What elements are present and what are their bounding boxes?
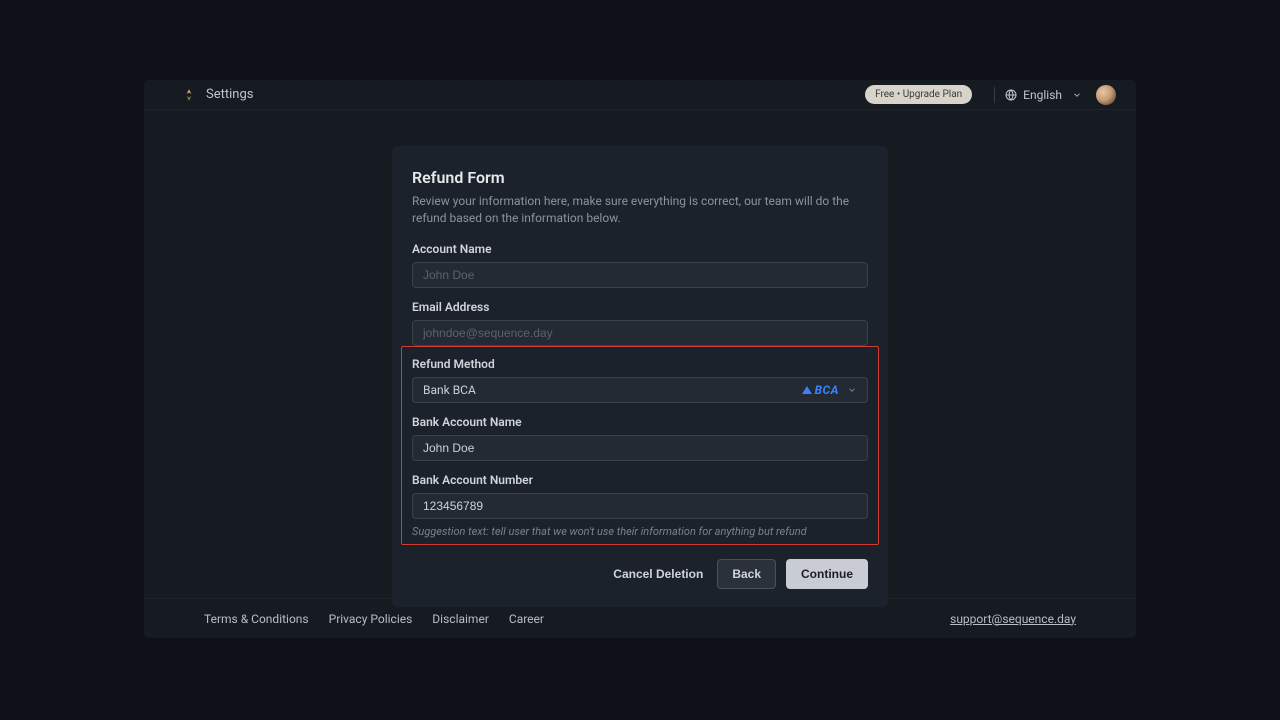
content-area: Refund Form Review your information here… bbox=[144, 110, 1136, 598]
upgrade-plan-button[interactable]: Free • Upgrade Plan bbox=[865, 85, 972, 104]
bank-account-name-label: Bank Account Name bbox=[412, 415, 868, 429]
highlighted-section: Refund Method Bank BCA BCA Bank Account … bbox=[401, 346, 879, 545]
chevron-down-icon bbox=[1072, 90, 1082, 100]
form-description: Review your information here, make sure … bbox=[412, 193, 868, 228]
cancel-deletion-button[interactable]: Cancel Deletion bbox=[609, 561, 707, 587]
app-logo-icon bbox=[182, 88, 196, 102]
page-title: Settings bbox=[206, 87, 253, 102]
footer-links: Terms & Conditions Privacy Policies Disc… bbox=[204, 612, 544, 626]
footer-link-privacy[interactable]: Privacy Policies bbox=[329, 612, 413, 626]
account-name-input[interactable] bbox=[412, 262, 868, 288]
bank-account-number-label: Bank Account Number bbox=[412, 473, 868, 487]
footer-link-terms[interactable]: Terms & Conditions bbox=[204, 612, 309, 626]
top-bar: Settings Free • Upgrade Plan English bbox=[144, 80, 1136, 110]
divider bbox=[994, 87, 995, 103]
refund-form-card: Refund Form Review your information here… bbox=[392, 146, 888, 607]
back-button[interactable]: Back bbox=[717, 559, 776, 589]
bank-bca-logo-icon: BCA bbox=[802, 383, 839, 397]
footer-link-career[interactable]: Career bbox=[509, 612, 544, 626]
globe-icon bbox=[1005, 89, 1017, 101]
account-name-label: Account Name bbox=[412, 242, 868, 256]
avatar[interactable] bbox=[1096, 85, 1116, 105]
footer-support-email[interactable]: support@sequence.day bbox=[950, 612, 1076, 626]
language-selector[interactable]: English bbox=[1005, 88, 1082, 102]
refund-method-label: Refund Method bbox=[412, 357, 868, 371]
continue-button[interactable]: Continue bbox=[786, 559, 868, 589]
email-input[interactable] bbox=[412, 320, 868, 346]
app-window: Settings Free • Upgrade Plan English Ref… bbox=[144, 80, 1136, 638]
refund-method-select[interactable]: Bank BCA BCA bbox=[412, 377, 868, 403]
email-label: Email Address bbox=[412, 300, 868, 314]
suggestion-text: Suggestion text: tell user that we won't… bbox=[412, 525, 868, 538]
button-row: Cancel Deletion Back Continue bbox=[412, 559, 868, 589]
form-title: Refund Form bbox=[412, 168, 868, 187]
refund-method-value: Bank BCA bbox=[423, 383, 476, 397]
footer-link-disclaimer[interactable]: Disclaimer bbox=[432, 612, 489, 626]
bank-account-name-input[interactable] bbox=[412, 435, 868, 461]
language-label: English bbox=[1023, 88, 1062, 102]
chevron-down-icon bbox=[847, 385, 857, 395]
bank-account-number-input[interactable] bbox=[412, 493, 868, 519]
